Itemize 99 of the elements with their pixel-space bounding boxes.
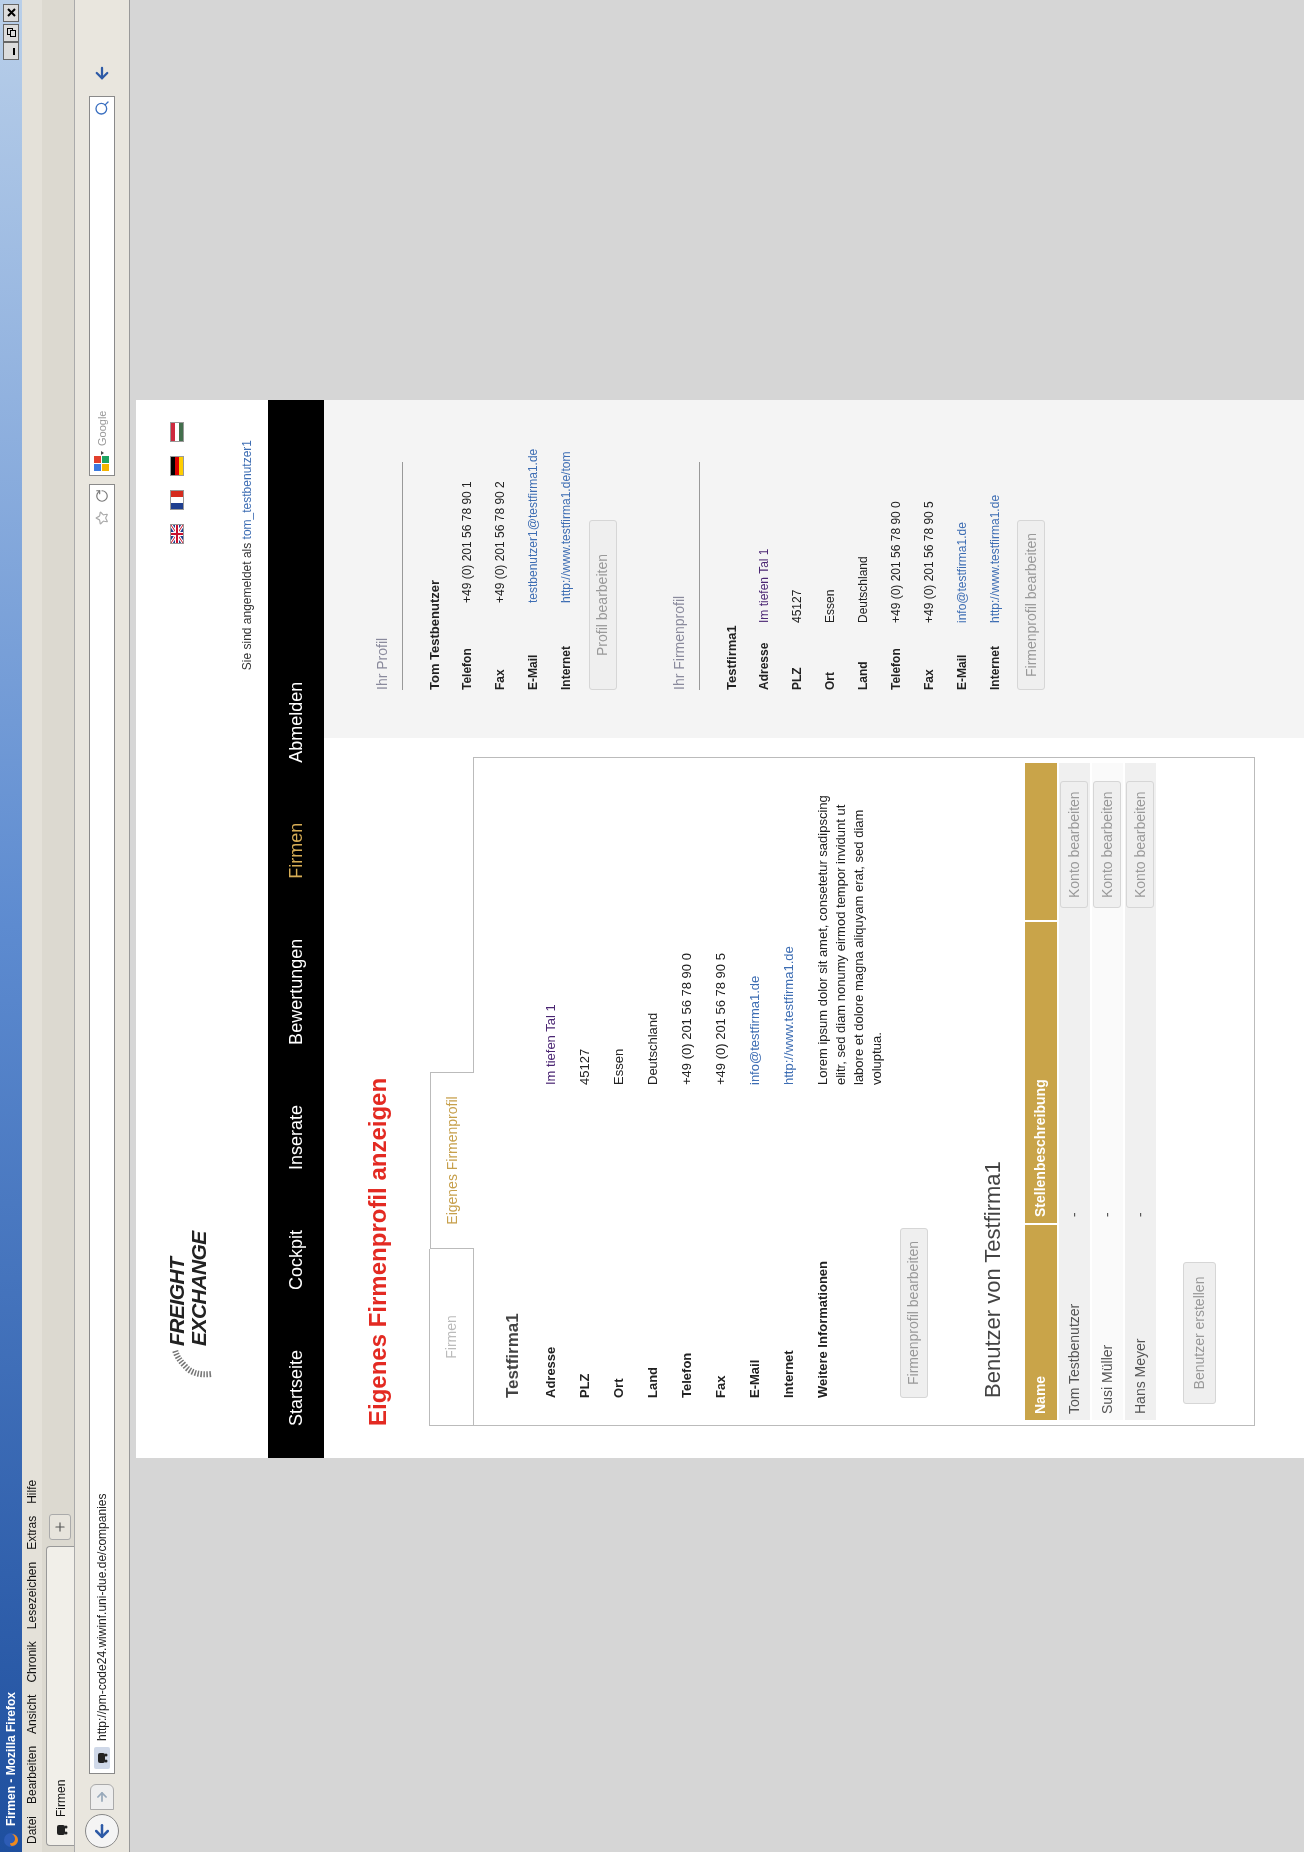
field-label: Adresse <box>541 1345 559 1398</box>
close-icon <box>6 8 16 18</box>
table-cell-text: Susi Müller <box>1097 1343 1116 1416</box>
menu-item[interactable]: Datei <box>23 1810 41 1850</box>
nav-link[interactable]: Bewertungen <box>282 908 310 1075</box>
search-icon[interactable] <box>94 100 110 116</box>
column-header: Stellenbeschreibung <box>1031 1079 1049 1217</box>
field-label: E-Mail <box>525 653 541 690</box>
menu-item[interactable]: Hilfe <box>23 1473 41 1510</box>
field-label: Land <box>643 1365 661 1398</box>
field-label: Internet <box>558 645 574 690</box>
field-value[interactable]: info@testfirma1.de <box>745 785 780 1085</box>
field-label: Ort <box>609 1377 627 1398</box>
company-name: Testfirma1 <box>502 1312 523 1398</box>
field-label: Adresse <box>755 641 772 690</box>
reload-icon[interactable] <box>95 489 109 503</box>
logo-text: FREIGHT <box>166 1254 188 1346</box>
field-value: 45127 <box>788 589 805 623</box>
field-value: Lorem ipsum dolor sit amet, consetetur sadipscing elitr, sed diam nonumy eirmod tempor invidunt ut labore et dolore magna aliquyam erat, sed diam voluptua. <box>813 794 885 1085</box>
flag-icon[interactable] <box>170 524 184 544</box>
menu-item[interactable]: Ansicht <box>23 1688 41 1740</box>
field-value: +49 (0) 201 56 78 90 1 <box>459 481 475 603</box>
field-value: +49 (0) 201 56 78 90 2 <box>492 481 508 603</box>
field-value: Essen <box>821 589 838 623</box>
menu-item[interactable]: Lesezeichen <box>23 1555 41 1636</box>
table-cell-text: - <box>1130 1211 1149 1219</box>
field-label: Telefon <box>677 1351 695 1398</box>
table-cell-text: Hans Meyer <box>1130 1337 1149 1416</box>
nav-link[interactable]: Inserate <box>282 1074 310 1200</box>
address-field[interactable]: http://pm-code24.wiwinf.uni-due.de/companies <box>89 484 115 1774</box>
plus-icon <box>53 1520 67 1534</box>
tab-label: Firmen <box>52 1779 69 1817</box>
field-value: +49 (0) 201 56 78 90 5 <box>920 501 937 623</box>
user-link[interactable]: tom_testbenutzer1 <box>240 440 254 540</box>
sidebar-heading: Ihr Profil <box>374 637 390 690</box>
restore-button[interactable] <box>3 24 19 42</box>
site-logo[interactable]: FREIGHT EXCHANGE <box>158 1231 218 1378</box>
field-value: 45127 <box>575 1047 593 1085</box>
field-label: Fax <box>492 668 508 690</box>
field-label: Ort <box>821 671 838 690</box>
field-value: Im tiefen Tal 1 <box>541 1003 559 1085</box>
sidebar-heading: Ihr Firmenprofil <box>670 595 687 690</box>
field-value[interactable]: testbenutzer1@testfirma1.de <box>524 448 542 603</box>
field-label: Fax <box>920 668 937 690</box>
restore-icon <box>6 28 16 38</box>
table-cell-text: - <box>1097 1211 1116 1219</box>
nav-link[interactable]: Cockpit <box>282 1199 310 1320</box>
table-cell-text: Tom Testbenutzer <box>1064 1302 1083 1416</box>
url-text: http://pm-code24.wiwinf.uni-due.de/companies <box>94 1493 110 1741</box>
column-header: Name <box>1031 1375 1049 1414</box>
field-label: Telefon <box>459 647 475 690</box>
field-label: PLZ <box>575 1372 593 1398</box>
field-value: Deutschland <box>643 1011 661 1085</box>
table-cell-text: - <box>1064 1211 1083 1219</box>
field-value: Essen <box>609 1047 627 1085</box>
menu-item[interactable]: Extras <box>23 1509 41 1556</box>
back-button[interactable] <box>85 1814 119 1848</box>
field-label: E-Mail <box>745 1358 763 1398</box>
minimize-button[interactable] <box>3 42 19 60</box>
browser-logo-icon <box>3 1832 19 1848</box>
sidebar-name: Tom Testbenutzer <box>426 578 443 690</box>
field-label: Land <box>854 660 871 690</box>
field-label: Internet <box>986 645 1003 690</box>
google-icon[interactable] <box>93 450 111 472</box>
field-value[interactable]: info@testfirma1.de <box>952 522 971 623</box>
field-value: +49 (0) 201 56 78 90 5 <box>711 952 729 1085</box>
page-title: Eigenes Firmenprofil anzeigen <box>364 1076 392 1426</box>
field-value[interactable]: http://www.testfirma1.de/tom <box>557 451 575 603</box>
search-field[interactable]: Google <box>89 96 115 476</box>
menu-item[interactable]: Bearbeiten <box>23 1739 41 1810</box>
page-icon <box>94 1747 110 1769</box>
login-text: Sie sind angemeldet als <box>240 541 254 671</box>
browser-tab[interactable]: Firmen <box>46 1546 74 1846</box>
field-value: +49 (0) 201 56 78 90 0 <box>887 501 904 623</box>
nav-link[interactable]: Firmen <box>282 792 310 909</box>
field-label: Internet <box>779 1349 797 1398</box>
field-label: PLZ <box>788 666 805 690</box>
field-value[interactable]: http://www.testfirma1.de <box>985 494 1004 623</box>
field-value: Deutschland <box>854 556 871 623</box>
field-label: Weitere Informationen <box>813 1260 831 1398</box>
logo-text: EXCHANGE <box>188 1231 210 1346</box>
menu-item[interactable]: Chronik <box>23 1635 41 1689</box>
flag-icon[interactable] <box>170 422 184 442</box>
flag-icon[interactable] <box>170 490 184 510</box>
field-label: Telefon <box>887 647 904 690</box>
sidebar-name: Testfirma1 <box>722 624 740 690</box>
field-value: Im tiefen Tal 1 <box>755 548 772 623</box>
nav-link[interactable]: Startseite <box>282 1319 310 1456</box>
window-title: Firmen - Mozilla Firefox <box>3 1692 19 1826</box>
flag-icon[interactable] <box>170 456 184 476</box>
section-heading: Benutzer von Testfirma1 <box>978 1160 1006 1398</box>
field-label: E-Mail <box>953 653 970 690</box>
field-value[interactable]: http://www.testfirma1.de <box>779 785 814 1085</box>
field-value: +49 (0) 201 56 78 90 0 <box>677 952 695 1085</box>
close-button[interactable] <box>3 4 19 22</box>
field-label: Fax <box>711 1374 729 1398</box>
bookmark-star-icon[interactable] <box>95 511 109 525</box>
nav-link[interactable]: Abmelden <box>282 651 310 793</box>
search-input[interactable]: Google <box>93 116 111 446</box>
